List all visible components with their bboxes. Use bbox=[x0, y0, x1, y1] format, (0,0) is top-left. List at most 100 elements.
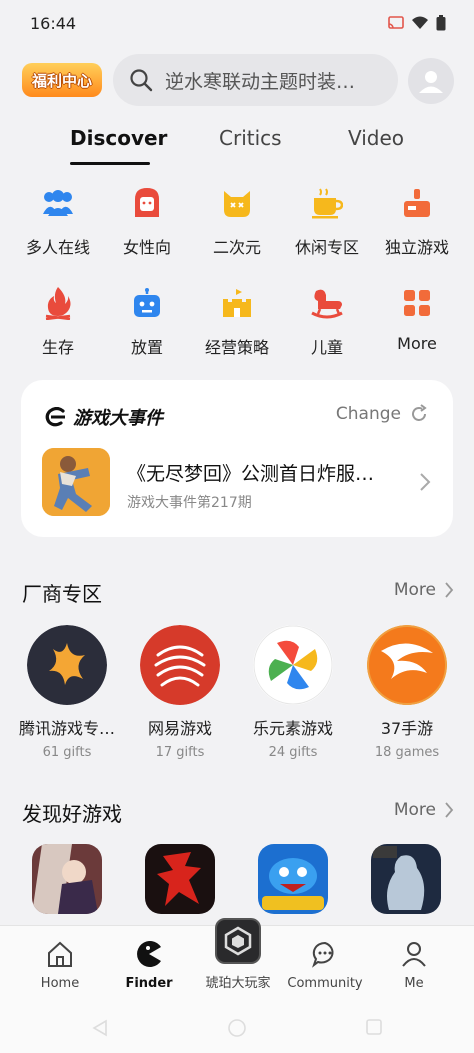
maker-gifts: 24 gifts bbox=[268, 745, 318, 760]
welfare-center-label: 福利中心 bbox=[31, 71, 92, 90]
game-icon[interactable] bbox=[258, 844, 328, 914]
category-idle[interactable]: 放置 bbox=[102, 278, 192, 358]
category-label: 多人在线 bbox=[25, 238, 90, 257]
nav-amber-player[interactable]: 琥珀大玩家 bbox=[193, 972, 283, 991]
category-label: 儿童 bbox=[310, 338, 343, 357]
category-label: 休闲专区 bbox=[294, 238, 359, 257]
chevron-right-icon bbox=[445, 802, 454, 818]
category-label: More bbox=[397, 334, 437, 353]
tab-discover[interactable]: Discover bbox=[70, 126, 167, 150]
happy-elements-logo bbox=[253, 625, 333, 705]
event-logo-icon bbox=[45, 407, 65, 427]
search-icon bbox=[130, 69, 153, 92]
maker-name: 乐元素游戏 bbox=[252, 719, 333, 738]
makers-section-header: 厂商专区 More bbox=[22, 578, 454, 608]
home-icon bbox=[15, 938, 105, 970]
status-bar: 16:44 bbox=[0, 0, 474, 46]
maker-netease[interactable]: 网易游戏 17 gifts bbox=[124, 625, 236, 760]
refresh-icon bbox=[412, 404, 427, 421]
category-label: 二次元 bbox=[212, 238, 261, 257]
nav-label: Community bbox=[287, 976, 363, 991]
maker-gifts: 18 games bbox=[374, 745, 440, 760]
event-title: 《无尽梦回》公测首日炸服… bbox=[127, 463, 375, 485]
netease-games-logo bbox=[140, 625, 220, 705]
chevron-right-icon bbox=[420, 473, 431, 491]
cast-icon bbox=[388, 16, 404, 29]
nav-home[interactable]: Home bbox=[15, 938, 105, 991]
status-time: 16:44 bbox=[30, 13, 77, 33]
active-tab-indicator bbox=[70, 162, 150, 165]
change-label: Change bbox=[335, 404, 401, 424]
category-casual[interactable]: 休闲专区 bbox=[282, 178, 372, 258]
change-button[interactable]: Change bbox=[336, 404, 429, 424]
maker-37games[interactable]: 37手游 18 games bbox=[351, 625, 463, 760]
game-icon[interactable] bbox=[145, 844, 215, 914]
chevron-right-icon bbox=[445, 582, 454, 598]
search-placeholder: 逆水寒联动主题时装… bbox=[165, 70, 356, 93]
search-bar[interactable]: 逆水寒联动主题时装… bbox=[113, 54, 398, 106]
fire-icon bbox=[41, 286, 75, 320]
category-kids[interactable]: 儿童 bbox=[282, 278, 372, 358]
category-label: 女性向 bbox=[122, 238, 171, 257]
nav-label: Me bbox=[404, 976, 424, 991]
robot-icon bbox=[130, 286, 164, 320]
person-icon bbox=[369, 938, 459, 970]
event-thumbnail bbox=[42, 448, 110, 516]
makers-more-button[interactable]: More bbox=[394, 580, 454, 600]
category-strategy[interactable]: 经营策略 bbox=[192, 278, 282, 358]
game-icon[interactable] bbox=[371, 844, 441, 914]
chat-icon bbox=[280, 938, 370, 970]
grid-icon bbox=[400, 286, 434, 320]
category-survival[interactable]: 生存 bbox=[13, 278, 103, 358]
category-female[interactable]: 女性向 bbox=[102, 178, 192, 258]
event-brand: 游戏大事件 bbox=[45, 404, 163, 430]
more-label: More bbox=[393, 580, 436, 600]
games-section-title: 发现好游戏 bbox=[22, 802, 122, 826]
event-subtitle: 游戏大事件第217期 bbox=[127, 495, 252, 511]
status-icons bbox=[388, 15, 446, 31]
bottom-nav: Home Finder 琥珀大玩家 Community Me bbox=[0, 918, 474, 1013]
nav-me[interactable]: Me bbox=[369, 938, 459, 991]
games-more-button[interactable]: More bbox=[394, 800, 454, 820]
tab-critics[interactable]: Critics bbox=[219, 126, 282, 150]
37games-logo bbox=[367, 625, 447, 705]
tab-video[interactable]: Video bbox=[348, 126, 404, 150]
maker-gifts: 17 gifts bbox=[155, 745, 205, 760]
game-icon[interactable] bbox=[32, 844, 102, 914]
avatar[interactable] bbox=[408, 58, 454, 104]
user-avatar-icon bbox=[419, 71, 443, 93]
category-more[interactable]: More bbox=[372, 278, 462, 353]
more-label: More bbox=[393, 800, 436, 820]
cat-icon bbox=[220, 186, 254, 220]
back-nav-icon[interactable] bbox=[92, 1019, 108, 1037]
girl-icon bbox=[130, 186, 164, 220]
nav-finder[interactable]: Finder bbox=[104, 938, 194, 991]
maker-name: 网易游戏 bbox=[147, 719, 212, 738]
welfare-center-button[interactable]: 福利中心 bbox=[22, 63, 102, 97]
joystick-icon bbox=[400, 186, 434, 220]
nav-label: Finder bbox=[125, 976, 173, 991]
category-multiplayer[interactable]: 多人在线 bbox=[13, 178, 103, 258]
maker-tencent[interactable]: 腾讯游戏专… 61 gifts bbox=[11, 625, 123, 760]
recents-nav-icon[interactable] bbox=[366, 1019, 382, 1035]
maker-name: 腾讯游戏专… bbox=[18, 719, 115, 738]
category-anime[interactable]: 二次元 bbox=[192, 178, 282, 258]
castle-icon bbox=[220, 286, 254, 320]
nav-community[interactable]: Community bbox=[280, 938, 370, 991]
amber-badge-icon[interactable] bbox=[215, 918, 261, 964]
home-nav-icon[interactable] bbox=[227, 1018, 247, 1038]
maker-happy-elements[interactable]: 乐元素游戏 24 gifts bbox=[237, 625, 349, 760]
game-event-card[interactable]: 游戏大事件 Change 《无尽梦回》公测首日炸服… 游戏大事件第217期 bbox=[21, 380, 453, 537]
tencent-games-logo bbox=[27, 625, 107, 705]
battery-icon bbox=[436, 15, 446, 31]
category-label: 放置 bbox=[130, 338, 163, 357]
games-section-header: 发现好游戏 More bbox=[22, 798, 454, 828]
pacman-icon bbox=[104, 938, 194, 970]
system-nav-bar bbox=[0, 1013, 474, 1053]
event-brand-label: 游戏大事件 bbox=[73, 408, 163, 429]
maker-gifts: 61 gifts bbox=[42, 745, 92, 760]
category-indie[interactable]: 独立游戏 bbox=[372, 178, 462, 258]
category-label: 生存 bbox=[41, 338, 74, 357]
people-icon bbox=[41, 186, 75, 220]
maker-name: 37手游 bbox=[380, 719, 434, 738]
